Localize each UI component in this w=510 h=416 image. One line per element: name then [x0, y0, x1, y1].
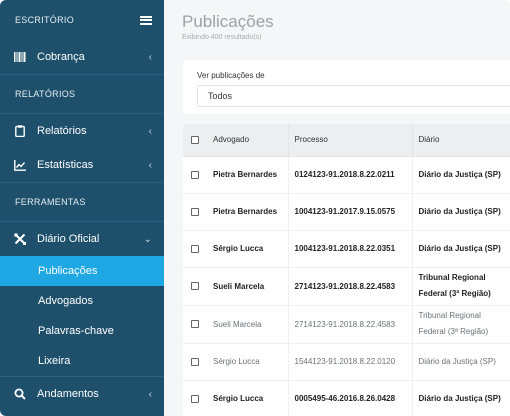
select-all-cell	[183, 124, 207, 157]
row-select-cell	[183, 230, 207, 268]
cell-diario-line: Federal (3ª Região)	[418, 289, 491, 298]
filter-select[interactable]: Todos	[197, 85, 510, 107]
chevron-down-icon: ⌄	[143, 233, 152, 245]
cell-advogado: Sérgio Lucca	[207, 230, 288, 268]
barcode-icon	[14, 51, 26, 63]
cell-advogado: Pietra Bernardes	[207, 193, 288, 231]
chevron-left-icon: ‹	[148, 159, 152, 171]
cell-diario-line: Diário da Justiça (SP)	[418, 206, 501, 216]
cell-diario-line: Diário da Justiça (SP)	[418, 169, 501, 179]
select-all-checkbox[interactable]	[191, 136, 199, 145]
row-select-cell	[183, 193, 207, 231]
cell-diario-line: Tribunal Regional	[418, 273, 486, 282]
table-body: Pietra Bernardes 0124123-91.2018.8.22.021…	[183, 156, 510, 416]
table-row[interactable]: Pietra Bernardes 0124123-91.2018.8.22.021…	[183, 156, 510, 194]
row-select-cell	[183, 267, 207, 306]
row-checkbox[interactable]	[191, 170, 199, 179]
cell-diario-line: Federal (3ª Região)	[418, 327, 489, 336]
column-header-processo[interactable]: Processo	[287, 124, 412, 157]
table-row[interactable]: Sueli Marcela 2714123-91.2018.8.22.4583 Tr…	[183, 267, 510, 306]
sidebar-subitem-palavras-chave[interactable]: Palavras-chave	[0, 316, 164, 346]
sidebar-item-label: Relatórios	[37, 125, 87, 137]
table-row[interactable]: Sérgio Lucca 0005495-46.2016.8.26.0428 Diá…	[183, 380, 510, 416]
row-select-cell	[183, 380, 207, 416]
column-header-advogado[interactable]: Advogado	[207, 124, 288, 157]
sidebar-subitem-publicacoes[interactable]: Publicações	[0, 256, 164, 286]
cell-processo: 2714123-91.2018.8.22.4583	[287, 305, 412, 344]
row-checkbox[interactable]	[191, 244, 199, 253]
sidebar-item-label: Cobrança	[37, 51, 85, 63]
filter-card: Ver publicações de Todos	[183, 60, 510, 114]
table-row[interactable]: Sérgio Lucca 1544123-91.2018.8.22.0120 Diá…	[183, 343, 510, 381]
hamburger-icon[interactable]	[140, 15, 152, 25]
cell-diario: Diário da Justiça (SP)	[411, 156, 510, 194]
sidebar-item-label: Diário Oficial	[37, 233, 100, 245]
row-select-cell	[183, 343, 207, 381]
sidebar-subitem-advogados[interactable]: Advogados	[0, 286, 164, 316]
cell-processo: 1544123-91.2018.8.22.0120	[287, 343, 412, 381]
cell-diario: Tribunal Regional Federal (3ª Região)	[411, 305, 510, 344]
sidebar-item-diario-oficial[interactable]: Diário Oficial ⌄	[0, 222, 164, 256]
main-content: Publicações Exibindo 400 resultado(s) Ve…	[164, 0, 510, 416]
sidebar-subitem-lixeira[interactable]: Lixeira	[0, 346, 164, 376]
cell-advogado: Sueli Marcela	[207, 267, 288, 306]
sidebar-item-cobranca[interactable]: Cobrança ‹	[0, 40, 164, 74]
section-label-escritorio: ESCRITÓRIO	[15, 15, 75, 25]
cell-diario: Diário da Justiça (SP)	[411, 380, 510, 416]
cell-advogado: Sueli Marcela	[207, 305, 288, 344]
row-select-cell	[183, 305, 207, 344]
cell-diario-line: Tribunal Regional	[418, 311, 481, 320]
publications-table: Advogado Processo Diário Pietra Bernarde…	[183, 124, 510, 416]
search-icon	[14, 388, 26, 400]
chart-line-icon	[14, 159, 26, 171]
app-frame: ESCRITÓRIO Cobrança ‹ RELATÓRIOS Relatór…	[0, 0, 510, 416]
cell-processo: 0124123-91.2018.8.22.0211	[287, 156, 412, 194]
cell-processo: 2714123-91.2018.8.22.4583	[287, 267, 412, 306]
cell-processo: 1004123-91.2017.9.15.0575	[287, 193, 412, 231]
table-row[interactable]: Pietra Bernardes 1004123-91.2017.9.15.057…	[183, 193, 510, 231]
cell-diario: Diário da Justiça (SP)	[411, 230, 510, 268]
column-header-diario[interactable]: Diário	[411, 124, 510, 157]
chevron-left-icon: ‹	[148, 388, 152, 400]
cell-processo: 1004123-91.2018.8.22.0351	[287, 230, 412, 268]
cell-diario-line: Diário da Justiça (SP)	[418, 356, 496, 366]
table-row[interactable]: Sueli Marcela 2714123-91.2018.8.22.4583 Tr…	[183, 305, 510, 344]
sidebar-item-label: Andamentos	[37, 388, 99, 400]
cell-diario: Tribunal Regional Federal (3ª Região)	[411, 267, 510, 306]
results-count: Exibindo 400 resultado(s)	[182, 34, 262, 41]
chevron-left-icon: ‹	[148, 51, 152, 63]
section-label-ferramentas: FERRAMENTAS	[15, 197, 86, 207]
filter-select-value: Todos	[208, 91, 233, 101]
row-select-cell	[183, 156, 207, 194]
filter-label: Ver publicações de	[197, 71, 265, 80]
clipboard-icon	[14, 125, 26, 137]
row-checkbox[interactable]	[191, 282, 199, 291]
sidebar: ESCRITÓRIO Cobrança ‹ RELATÓRIOS Relatór…	[0, 0, 164, 416]
row-checkbox[interactable]	[191, 320, 199, 329]
cell-diario: Diário da Justiça (SP)	[411, 193, 510, 231]
sidebar-item-label: Estatísticas	[37, 159, 94, 171]
cell-processo: 0005495-46.2016.8.26.0428	[287, 380, 412, 416]
row-checkbox[interactable]	[191, 357, 199, 366]
publications-table-card: Advogado Processo Diário Pietra Bernarde…	[183, 124, 510, 416]
sidebar-header: ESCRITÓRIO	[0, 0, 164, 40]
cell-diario: Diário da Justiça (SP)	[411, 343, 510, 381]
cell-advogado: Sérgio Lucca	[207, 343, 288, 381]
cell-advogado: Pietra Bernardes	[207, 156, 288, 194]
section-label-relatorios: RELATÓRIOS	[15, 89, 76, 99]
cell-diario-line: Diário da Justiça (SP)	[418, 393, 501, 403]
table-header-row: Advogado Processo Diário	[183, 124, 510, 157]
page-title: Publicações	[182, 12, 274, 31]
cell-advogado: Sérgio Lucca	[207, 380, 288, 416]
row-checkbox[interactable]	[191, 207, 199, 216]
sidebar-item-estatisticas[interactable]: Estatísticas ‹	[0, 148, 164, 182]
sidebar-item-relatorios[interactable]: Relatórios ‹	[0, 114, 164, 148]
chevron-left-icon: ‹	[148, 125, 152, 137]
table-row[interactable]: Sérgio Lucca 1004123-91.2018.8.22.0351 Diá…	[183, 230, 510, 268]
sidebar-item-andamentos[interactable]: Andamentos ‹	[0, 377, 164, 411]
tools-icon	[14, 233, 26, 245]
row-checkbox[interactable]	[191, 394, 199, 403]
cell-diario-line: Diário da Justiça (SP)	[418, 243, 501, 253]
